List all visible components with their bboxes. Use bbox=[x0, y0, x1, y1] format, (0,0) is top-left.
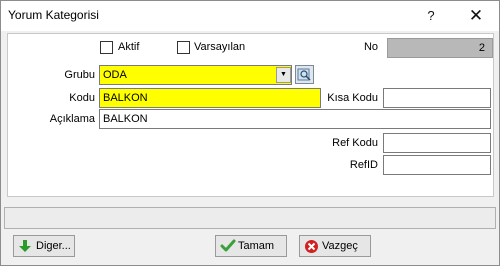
tamam-button[interactable]: Tamam bbox=[215, 235, 287, 257]
aciklama-label: Açıklama bbox=[49, 113, 95, 125]
grubu-label: Grubu bbox=[64, 69, 95, 81]
kisa-kodu-label: Kısa Kodu bbox=[327, 92, 378, 104]
varsayilan-label: Varsayılan bbox=[194, 41, 246, 53]
search-icon bbox=[297, 68, 311, 81]
refid-label: RefID bbox=[349, 159, 378, 171]
form-panel: Aktif Varsayılan No 2 Grubu ODA ▼ Kodu B… bbox=[7, 33, 494, 197]
vazgec-button[interactable]: Vazgeç bbox=[299, 235, 371, 257]
close-button[interactable]: ✕ bbox=[453, 1, 499, 31]
aciklama-input[interactable]: BALKON bbox=[99, 109, 491, 129]
diger-button[interactable]: Diger... bbox=[13, 235, 75, 257]
grubu-select[interactable]: ODA bbox=[99, 65, 292, 85]
ref-kodu-label: Ref Kodu bbox=[332, 137, 378, 149]
dialog-window: Yorum Kategorisi ? ✕ Aktif Varsayılan No… bbox=[0, 0, 500, 266]
no-label: No bbox=[363, 41, 378, 53]
diger-label: Diger... bbox=[36, 240, 71, 252]
checkmark-icon bbox=[220, 239, 236, 252]
aktif-checkbox[interactable] bbox=[100, 41, 113, 54]
tamam-label: Tamam bbox=[238, 240, 275, 252]
cancel-icon bbox=[305, 240, 318, 253]
status-bar bbox=[4, 207, 496, 229]
refid-input[interactable] bbox=[383, 155, 491, 175]
kodu-label: Kodu bbox=[69, 92, 95, 104]
title-bar[interactable]: Yorum Kategorisi ? ✕ bbox=[1, 1, 499, 31]
aktif-label: Aktif bbox=[118, 41, 140, 53]
kodu-input[interactable]: BALKON bbox=[99, 88, 321, 108]
chevron-down-icon[interactable]: ▼ bbox=[276, 67, 291, 83]
arrow-down-icon bbox=[19, 240, 31, 252]
ref-kodu-input[interactable] bbox=[383, 133, 491, 153]
help-button[interactable]: ? bbox=[408, 1, 454, 31]
varsayilan-checkbox[interactable] bbox=[177, 41, 190, 54]
lookup-button[interactable] bbox=[295, 65, 314, 84]
no-field: 2 bbox=[387, 38, 493, 58]
window-title: Yorum Kategorisi bbox=[8, 8, 99, 22]
vazgec-label: Vazgeç bbox=[322, 240, 358, 252]
kisa-kodu-input[interactable] bbox=[383, 88, 491, 108]
